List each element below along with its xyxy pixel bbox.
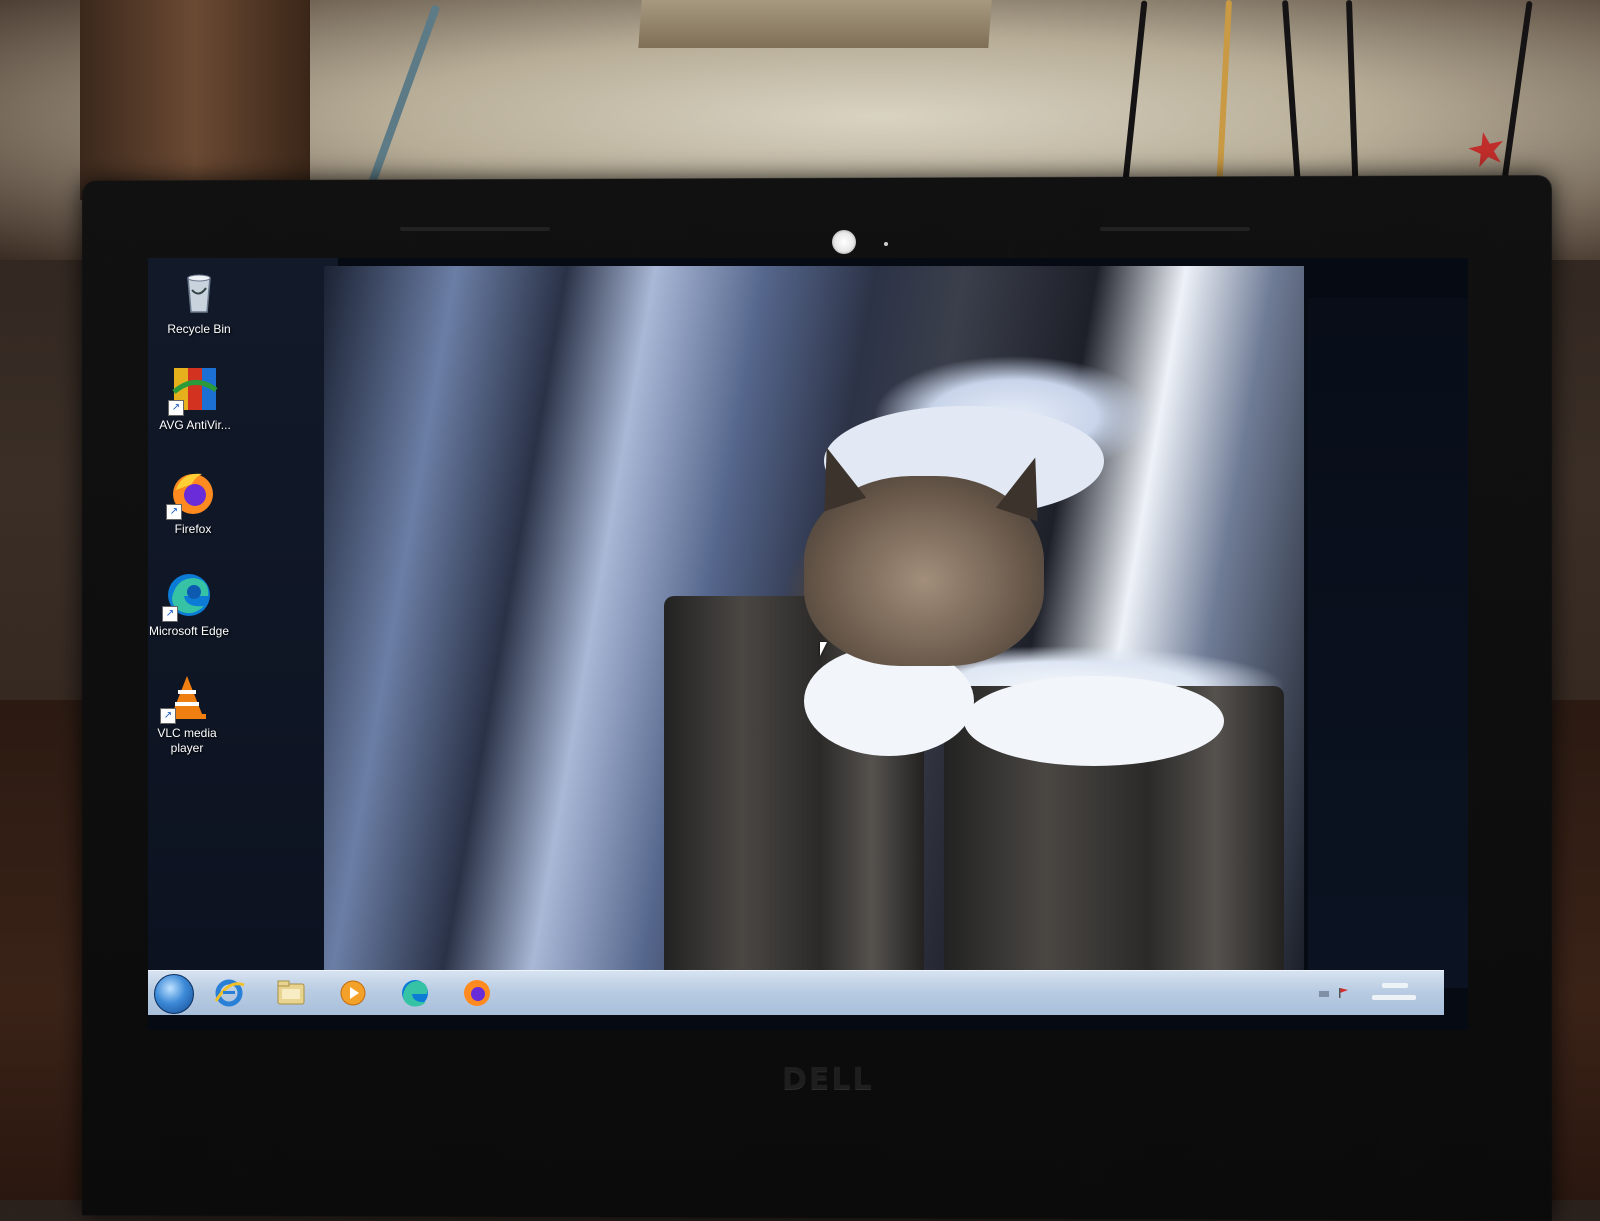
file-explorer-icon [277, 980, 305, 1005]
brand-logo: DELL [782, 1062, 874, 1097]
desktop-icon-recycle-bin[interactable]: Recycle Bin [154, 268, 244, 337]
wooden-post [80, 0, 310, 200]
mouse-pointer [820, 642, 827, 656]
desktop-icon-vlc[interactable]: ↗ VLC media player [148, 672, 232, 756]
desktop-icon-edge[interactable]: ↗ Microsoft Edge [148, 570, 234, 639]
shortcut-arrow-icon: ↗ [166, 504, 182, 520]
recycle-bin-icon [174, 268, 224, 318]
desktop-screen: Recycle Bin ↗ AVG AntiVir... ↗ Firefox ↗… [148, 258, 1468, 1030]
flag-icon[interactable] [1338, 986, 1350, 998]
shortcut-arrow-icon: ↗ [162, 606, 178, 622]
shortcut-arrow-icon: ↗ [168, 400, 184, 416]
wall-paper [638, 0, 992, 48]
firefox-icon: ↗ [166, 468, 218, 520]
vlc-icon: ↗ [160, 672, 212, 724]
internet-explorer-icon [214, 979, 245, 1007]
edge-icon [402, 980, 428, 1007]
speaker-grille [1100, 227, 1250, 231]
shortcut-arrow-icon: ↗ [160, 708, 176, 724]
webcam-icon [832, 230, 856, 254]
taskbar-file-explorer[interactable] [272, 975, 310, 1011]
wallpaper-right-edge [1308, 298, 1468, 988]
taskbar [148, 970, 1444, 1015]
taskbar-clock[interactable] [1368, 979, 1420, 1012]
windows-start-orb-icon[interactable] [154, 974, 194, 1014]
firefox-icon [464, 980, 490, 1006]
desktop-wallpaper [324, 266, 1304, 978]
taskbar-edge[interactable] [396, 975, 434, 1011]
taskbar-media-player[interactable] [334, 975, 372, 1011]
media-player-icon [340, 980, 366, 1006]
taskbar-firefox[interactable] [458, 975, 496, 1011]
desktop-icon-avg[interactable]: ↗ AVG AntiVir... [150, 364, 240, 433]
wallpaper-snow [964, 676, 1224, 766]
clock-blurred-text [1372, 983, 1416, 1000]
network-icon[interactable] [1318, 986, 1330, 998]
taskbar-internet-explorer[interactable] [210, 975, 248, 1011]
edge-icon: ↗ [162, 570, 214, 622]
speaker-grille [400, 227, 550, 231]
avg-antivirus-icon: ↗ [168, 364, 220, 416]
desktop-icon-firefox[interactable]: ↗ Firefox [148, 468, 238, 537]
webcam-led [884, 242, 888, 246]
